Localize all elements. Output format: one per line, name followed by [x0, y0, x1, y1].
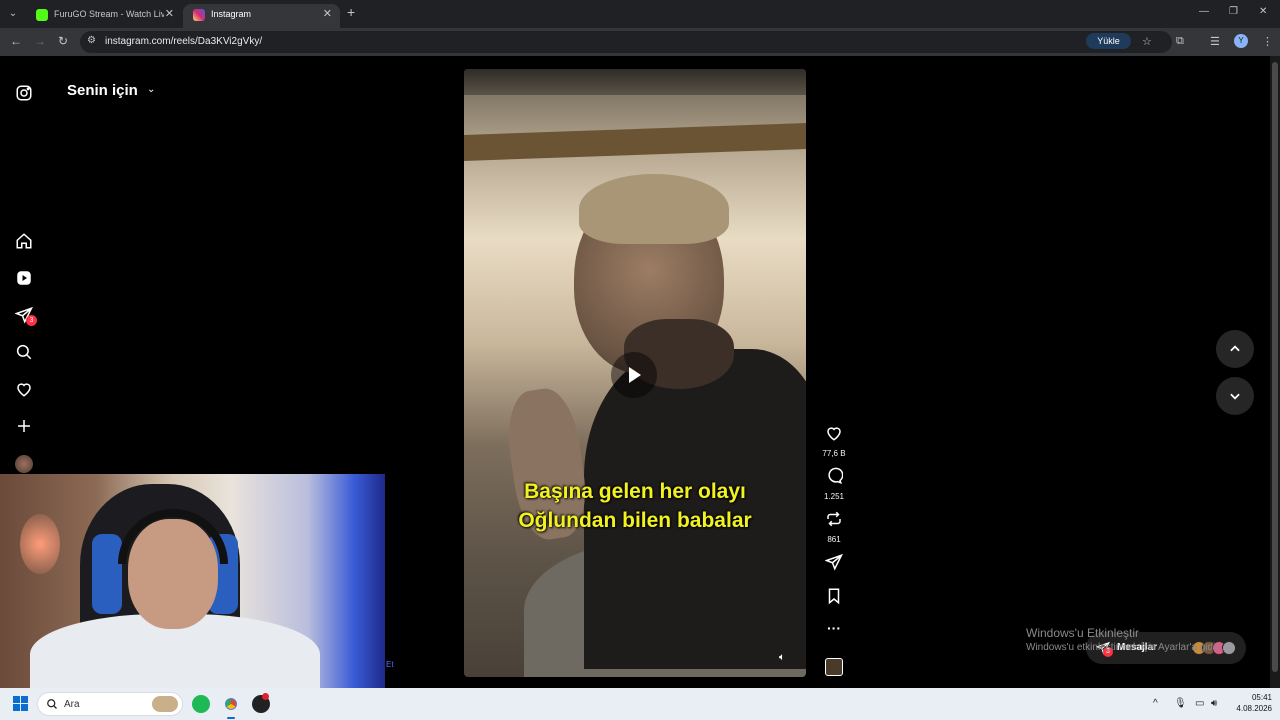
close-tab-icon[interactable]: ✕: [323, 7, 332, 20]
share-icon: [824, 553, 843, 571]
tab-furugo[interactable]: FuruGO Stream - Watch Live o ✕: [26, 4, 182, 28]
url-text[interactable]: instagram.com/reels/Da3KVi2gVky/: [105, 36, 262, 47]
browser-menu-icon[interactable]: ⋮: [1262, 35, 1273, 48]
caption-line-1: Başına gelen her olayı: [524, 480, 746, 503]
instagram-logo-icon[interactable]: [15, 84, 33, 102]
more-options-icon[interactable]: ···: [824, 620, 844, 636]
share-button[interactable]: [824, 553, 844, 576]
messages-badge: 3: [26, 315, 37, 326]
comment-icon: [828, 467, 844, 485]
back-icon[interactable]: ←: [10, 34, 22, 48]
taskbar-clock[interactable]: 05:41 4.08.2026: [1226, 693, 1272, 713]
browser-tab-strip: ⌄ FuruGO Stream - Watch Live o ✕ Instagr…: [0, 0, 1280, 28]
caption-line-2: Oğlundan bilen babalar: [518, 509, 752, 532]
instagram-favicon-icon: [193, 9, 205, 21]
clock-time: 05:41: [1251, 693, 1272, 702]
video-beam: [464, 123, 806, 161]
reload-icon[interactable]: ↻: [58, 34, 68, 48]
tab-instagram[interactable]: Instagram ✕: [183, 4, 340, 28]
bookmark-icon: [828, 588, 840, 605]
bookmark-star-icon[interactable]: ☆: [1142, 35, 1152, 48]
repost-count: 861: [827, 535, 841, 544]
repost-button[interactable]: 861: [824, 510, 844, 544]
feed-selector-title[interactable]: Senin için: [67, 82, 138, 99]
close-window-icon[interactable]: ✕: [1259, 6, 1267, 17]
tab-search-chevron-icon[interactable]: ⌄: [5, 6, 21, 22]
webcam-chair-trim: [92, 534, 122, 614]
chevron-down-icon[interactable]: ⌄: [147, 84, 155, 95]
plus-icon[interactable]: [15, 417, 33, 435]
video-hair: [579, 174, 729, 244]
scrollbar-thumb[interactable]: [1272, 62, 1278, 672]
webcam-overlay: [0, 474, 385, 688]
like-count: 77,6 B: [822, 449, 846, 458]
activation-subtitle: Windows'u etkinleştirmek için Ayarlar'a …: [1026, 642, 1224, 653]
audio-thumbnail[interactable]: [825, 658, 843, 676]
clock-date: 4.08.2026: [1236, 704, 1272, 713]
webcam-edge-text: Et: [386, 660, 394, 669]
chevron-down-icon: [1230, 393, 1240, 400]
search-highlight-icon: [152, 696, 178, 712]
previous-reel-button[interactable]: [1216, 330, 1254, 368]
minimize-icon[interactable]: —: [1199, 6, 1209, 17]
microphone-icon[interactable]: 🎙︎: [1174, 698, 1187, 709]
profile-initial: Y: [1238, 36, 1244, 45]
reels-icon[interactable]: [15, 269, 33, 287]
next-reel-button[interactable]: [1216, 377, 1254, 415]
tab-title: Instagram: [211, 9, 252, 19]
windows-activation-watermark: Windows'u Etkinleştir Windows'u etkinleş…: [1026, 626, 1236, 653]
like-button[interactable]: 77,6 B: [822, 424, 846, 458]
taskbar-search-placeholder: Ara: [64, 699, 80, 710]
address-bar[interactable]: ⚙ instagram.com/reels/Da3KVi2gVky/: [80, 31, 1172, 53]
heart-icon: [827, 427, 841, 441]
chevron-up-icon: [1230, 345, 1240, 352]
restore-icon[interactable]: ❐: [1229, 6, 1238, 17]
kick-favicon-icon: [36, 9, 48, 21]
active-app-indicator: [227, 717, 235, 719]
comment-button[interactable]: 1.251: [824, 467, 844, 501]
forward-icon[interactable]: →: [34, 34, 46, 48]
taskbar-search-box[interactable]: Ara: [37, 692, 183, 716]
volume-icon[interactable]: 🔊︎: [1211, 698, 1217, 709]
repost-icon: [827, 511, 841, 527]
spotify-icon[interactable]: [192, 695, 210, 713]
play-icon: [629, 367, 641, 383]
extensions-icon[interactable]: ⧉: [1176, 35, 1184, 48]
home-icon[interactable]: [15, 232, 33, 250]
site-settings-icon[interactable]: ⚙: [87, 35, 96, 46]
windows-taskbar: Ara ^ 🎙︎ ▭ 🔊︎ 05:41 4.08.2026: [0, 688, 1280, 720]
windows-start-icon[interactable]: [13, 696, 29, 712]
play-button[interactable]: [611, 352, 657, 398]
search-icon[interactable]: [15, 343, 33, 361]
webcam-lamp: [20, 514, 60, 574]
close-tab-icon[interactable]: ✕: [165, 7, 174, 20]
video-ceiling: [464, 69, 806, 95]
search-icon: [47, 699, 57, 709]
new-tab-button[interactable]: +: [347, 4, 355, 20]
recording-indicator-icon: [262, 693, 269, 700]
tab-title: FuruGO Stream - Watch Live o: [54, 9, 164, 19]
reading-list-icon[interactable]: ☰: [1210, 35, 1220, 48]
page-scrollbar[interactable]: [1270, 56, 1280, 688]
browser-toolbar: ← → ↻ ⚙ instagram.com/reels/Da3KVi2gVky/…: [0, 28, 1280, 56]
sound-icon[interactable]: 🔈︎: [779, 652, 785, 663]
profile-avatar[interactable]: Y: [1234, 34, 1248, 48]
chrome-icon[interactable]: [222, 695, 240, 713]
reel-video[interactable]: Başına gelen her olayı Oğlundan bilen ba…: [464, 69, 806, 677]
avatar[interactable]: [15, 455, 33, 473]
heart-icon[interactable]: [15, 380, 33, 398]
tray-overflow-icon[interactable]: ^: [1153, 698, 1158, 709]
save-button[interactable]: [824, 587, 844, 610]
upload-button[interactable]: Yükle: [1086, 33, 1131, 49]
upload-label: Yükle: [1097, 36, 1120, 46]
comment-count: 1.251: [823, 492, 845, 501]
network-icon[interactable]: ▭: [1195, 698, 1204, 709]
activation-title: Windows'u Etkinleştir: [1026, 626, 1139, 640]
